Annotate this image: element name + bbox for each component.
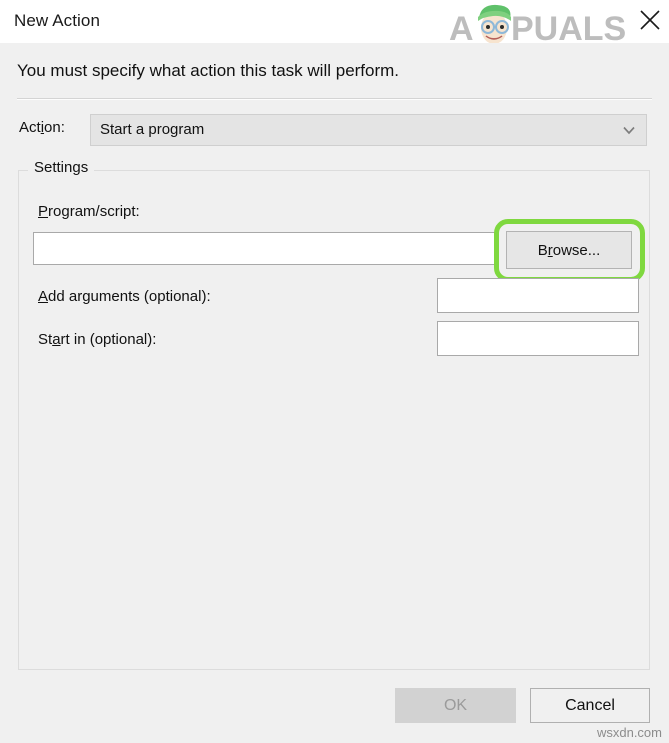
instruction-text: You must specify what action this task w… [17,61,399,81]
browse-button-prefix: B [538,242,548,259]
settings-groupbox-label: Settings [28,159,94,176]
add-arguments-label-accesskey: A [38,288,48,305]
start-in-label-prefix: St [38,331,52,348]
chevron-down-icon[interactable] [623,126,635,135]
program-script-label: Program/script: [38,203,140,220]
program-script-label-suffix: rogram/script: [48,203,140,220]
action-label-suffix: on: [44,119,65,136]
browse-button[interactable]: Browse... [506,231,632,269]
program-script-label-accesskey: P [38,203,48,220]
start-in-label-accesskey: a [52,331,60,348]
action-combobox[interactable]: Start a program [90,114,647,146]
window-title: New Action [14,11,100,31]
add-arguments-label: Add arguments (optional): [38,288,211,305]
browse-button-suffix: owse... [553,242,601,259]
instruction-band: You must specify what action this task w… [0,43,669,98]
action-label-prefix: Act [19,119,41,136]
close-x-icon[interactable] [636,6,664,34]
add-arguments-input[interactable] [437,278,639,313]
title-bar: New Action [0,0,669,43]
action-combobox-value: Start a program [100,121,204,138]
start-in-input[interactable] [437,321,639,356]
header-separator [17,98,652,100]
action-label: Action: [19,119,65,136]
program-script-input[interactable] [33,232,496,265]
start-in-label: Start in (optional): [38,331,156,348]
cancel-button[interactable]: Cancel [530,688,650,723]
add-arguments-label-suffix: dd arguments (optional): [48,288,211,305]
new-action-dialog: New Action A PUALS [0,0,669,743]
start-in-label-suffix: rt in (optional): [61,331,157,348]
ok-button: OK [395,688,516,723]
site-watermark: wsxdn.com [597,725,662,740]
